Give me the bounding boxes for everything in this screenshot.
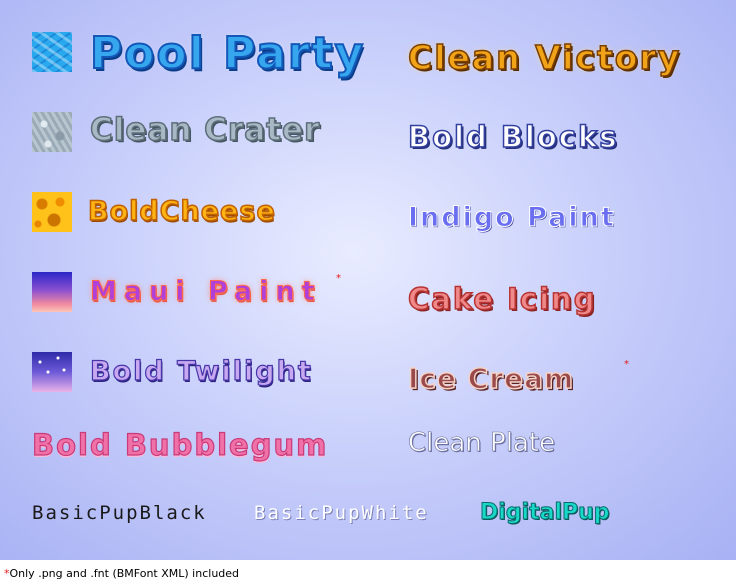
clean-crater-texture-swatch xyxy=(32,112,72,152)
font-sample-ice-cream: Ice Cream xyxy=(407,361,575,396)
font-sample-pool-party: Pool Party xyxy=(89,27,366,80)
font-sample-bold-bubblegum: Bold Bubblegum xyxy=(31,427,329,462)
bold-twilight-gradient-swatch xyxy=(32,352,72,392)
font-sample-basic-pup-black: BasicPupBlack xyxy=(32,502,207,524)
font-sample-clean-crater: Clean Crater xyxy=(89,111,321,149)
footnote-text: Only .png and .fnt (BMFont XML) included xyxy=(9,567,240,580)
font-sample-bold-cheese: BoldCheese xyxy=(87,195,276,228)
font-sample-basic-pup-white: BasicPupWhite xyxy=(254,502,429,524)
font-sample-digital-pup: DigitalPup xyxy=(480,500,611,526)
font-sample-bold-blocks: Bold Blocks xyxy=(407,119,619,155)
asterisk-marker-maui: * xyxy=(336,273,341,284)
font-sample-clean-victory: Clean Victory xyxy=(407,37,682,78)
font-sample-maui-paint: Maui Paint xyxy=(90,276,322,308)
bold-cheese-texture-swatch xyxy=(32,192,72,232)
font-sample-indigo-paint: Indigo Paint xyxy=(408,202,616,234)
footnote: *Only .png and .fnt (BMFont XML) include… xyxy=(4,567,239,580)
maui-paint-gradient-swatch xyxy=(32,272,72,312)
font-sample-cake-icing: Cake Icing xyxy=(407,281,597,317)
font-preview-panel: Pool Party Clean Victory Clean Crater Bo… xyxy=(0,0,736,560)
font-sample-bold-twilight: Bold Twilight xyxy=(89,355,313,387)
pool-party-texture-swatch xyxy=(32,32,72,72)
asterisk-marker-ice-cream: * xyxy=(624,359,629,370)
font-sample-clean-plate: Clean Plate xyxy=(408,428,556,459)
